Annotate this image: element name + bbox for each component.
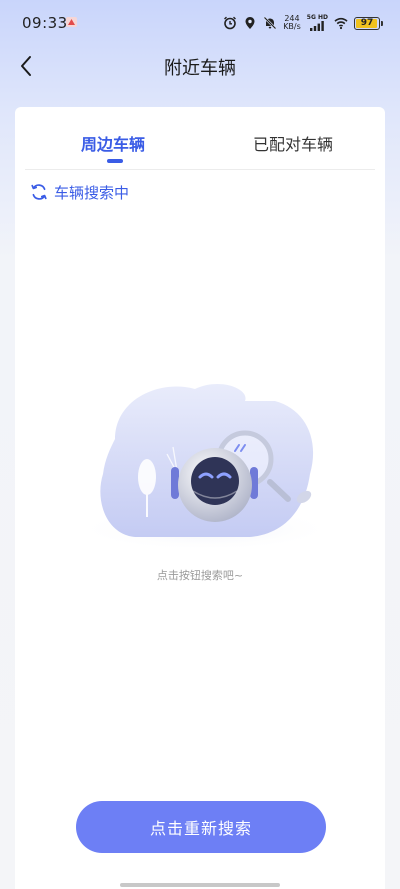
wifi-icon <box>334 17 348 30</box>
tab-nearby-vehicles[interactable]: 周边车辆 <box>81 131 145 155</box>
status-bar: 09:33 244 KB/s 5G HD 97 <box>0 0 400 46</box>
refresh-icon <box>31 184 47 200</box>
alarm-icon <box>224 16 237 30</box>
battery-icon: 97 <box>354 16 383 30</box>
retry-search-button[interactable]: 点击重新搜索 <box>76 801 326 853</box>
active-tab-indicator <box>107 159 123 163</box>
network-speed: 244 KB/s <box>283 15 301 31</box>
location-icon <box>245 17 255 29</box>
signal-icon <box>310 21 325 31</box>
mute-icon <box>263 16 277 30</box>
main-card: 周边车辆 已配对车辆 车辆搜索中 点击按钮搜索吧~ 点击重新搜索 <box>15 107 385 889</box>
search-status-text: 车辆搜索中 <box>54 183 130 202</box>
status-icons: 244 KB/s 5G HD 97 <box>223 13 383 33</box>
empty-state-hint: 点击按钮搜索吧~ <box>156 569 244 582</box>
home-indicator[interactable] <box>120 883 280 887</box>
signal-indicator: 5G HD <box>307 15 328 31</box>
robot-search-illustration <box>75 384 335 549</box>
app-notification-icon <box>66 17 77 27</box>
tab-paired-vehicles[interactable]: 已配对车辆 <box>253 131 333 155</box>
tab-bar: 周边车辆 已配对车辆 <box>25 107 375 170</box>
battery-level: 97 <box>360 18 374 28</box>
nav-bar: 附近车辆 <box>0 46 400 86</box>
status-time: 09:33 <box>22 14 68 32</box>
search-status: 车辆搜索中 <box>30 181 129 203</box>
page-title: 附近车辆 <box>164 58 236 79</box>
network-speed-unit: KB/s <box>283 22 301 31</box>
